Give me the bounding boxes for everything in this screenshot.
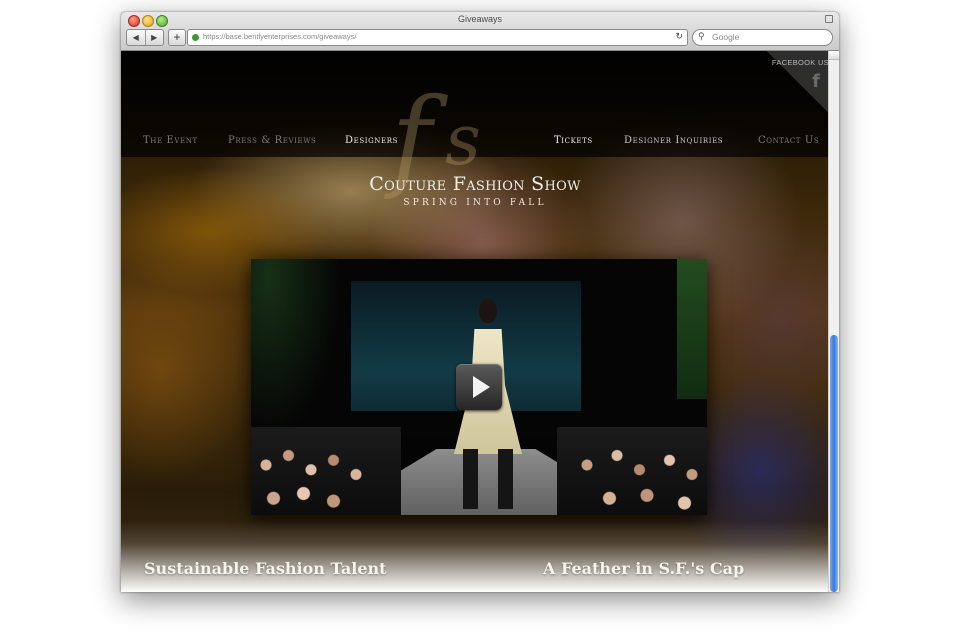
logo-monogram-s: s — [445, 99, 481, 181]
video-player[interactable] — [251, 259, 707, 515]
search-placeholder[interactable]: Google — [712, 32, 739, 42]
scroll-up-arrow[interactable] — [829, 51, 839, 60]
content-fade — [121, 521, 829, 592]
scroll-thumb[interactable] — [830, 335, 838, 592]
play-button[interactable] — [456, 364, 502, 410]
stage-light — [251, 259, 341, 439]
nav-the-event[interactable]: The Event — [143, 135, 198, 146]
nav-press-reviews[interactable]: Press & Reviews — [228, 135, 316, 146]
nav-tickets[interactable]: Tickets — [554, 135, 593, 146]
facebook-label[interactable]: FACEBOOK US — [772, 58, 829, 67]
site-favicon-icon — [192, 34, 199, 41]
feature-heading-sustainable[interactable]: Sustainable Fashion Talent — [144, 559, 387, 578]
window-title: Giveaways — [457, 14, 502, 24]
stage-light — [677, 259, 707, 399]
reload-icon[interactable]: ↻ — [675, 31, 683, 42]
address-bar[interactable]: https://base.bentlyenterprises.com/givea… — [187, 29, 688, 46]
audience-right — [557, 427, 707, 515]
page-viewport: FACEBOOK US f f s The Event Press & Revi… — [121, 51, 829, 592]
history-navigation: ◀ ▶ — [126, 29, 164, 46]
site-title[interactable]: Couture Fashion Show — [121, 173, 829, 195]
browser-titlebar: Giveaways ◀ ▶ + https://base.bentlyenter… — [121, 12, 839, 51]
model-head — [479, 299, 497, 323]
forward-button[interactable]: ▶ — [146, 30, 164, 45]
site-subtitle: SPRING INTO FALL — [403, 198, 547, 208]
facebook-panel[interactable]: FACEBOOK US f — [767, 51, 829, 113]
audience-left — [251, 427, 401, 515]
vertical-scrollbar[interactable] — [828, 51, 839, 592]
lock-icon — [825, 15, 833, 23]
browser-window: Giveaways ◀ ▶ + https://base.bentlyenter… — [121, 12, 839, 592]
feature-heading-feather[interactable]: A Feather in S.F.'s Cap — [543, 559, 744, 578]
nav-designers[interactable]: Designers — [345, 135, 398, 146]
url-text[interactable]: https://base.bentlyenterprises.com/givea… — [203, 32, 356, 41]
nav-designer-inquiries[interactable]: Designer Inquiries — [624, 135, 723, 146]
play-icon — [473, 376, 490, 398]
search-field[interactable]: ⚲ Google — [692, 29, 833, 46]
facebook-icon[interactable]: f — [812, 71, 820, 92]
add-bookmark-button[interactable]: + — [168, 29, 186, 46]
model-legs — [463, 449, 513, 509]
back-button[interactable]: ◀ — [127, 30, 146, 45]
nav-contact-us[interactable]: Contact Us — [758, 135, 819, 146]
search-icon: ⚲ — [698, 31, 705, 41]
